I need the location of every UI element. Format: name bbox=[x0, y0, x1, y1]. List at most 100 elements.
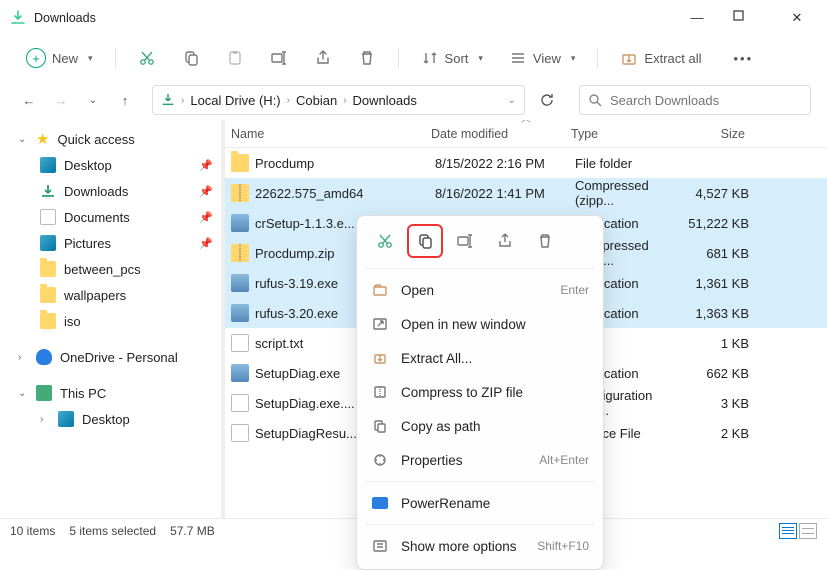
maximize-button[interactable] bbox=[733, 10, 761, 26]
col-name[interactable]: Name bbox=[231, 127, 431, 141]
extract-icon bbox=[371, 349, 389, 367]
sidebar-onedrive[interactable]: ›OneDrive - Personal bbox=[4, 344, 221, 370]
breadcrumb-seg[interactable]: Downloads bbox=[353, 93, 417, 108]
cell-size: 4,527 KB bbox=[685, 186, 765, 201]
close-button[interactable]: ✕ bbox=[783, 10, 811, 26]
sidebar-desktop[interactable]: Desktop📌 bbox=[4, 152, 221, 178]
paste-icon bbox=[226, 49, 244, 67]
chevron-down-icon: ⌄ bbox=[18, 388, 28, 399]
file-icon bbox=[231, 394, 249, 412]
status-size: 57.7 MB bbox=[170, 524, 215, 538]
chevron-right-icon: › bbox=[18, 352, 28, 363]
status-items: 10 items bbox=[10, 524, 55, 538]
file-row[interactable]: Procdump8/15/2022 2:16 PMFile folder bbox=[225, 148, 827, 178]
share-icon bbox=[314, 49, 332, 67]
breadcrumb[interactable]: › Local Drive (H:) › Cobian › Downloads … bbox=[152, 85, 525, 115]
forward-button[interactable]: → bbox=[48, 87, 74, 113]
sidebar-folder[interactable]: iso bbox=[4, 308, 221, 334]
title-bar: Downloads ― ✕ bbox=[0, 0, 827, 36]
ctx-cut-button[interactable] bbox=[367, 224, 403, 258]
nav-row: ← → ⌄ ↑ › Local Drive (H:) › Cobian › Do… bbox=[0, 80, 827, 120]
minimize-button[interactable]: ― bbox=[683, 10, 711, 26]
window-icon bbox=[371, 315, 389, 333]
pin-icon: 📌 bbox=[199, 159, 213, 172]
ctx-delete-button[interactable] bbox=[527, 224, 563, 258]
app-icon bbox=[231, 274, 249, 292]
downloads-icon bbox=[10, 10, 26, 26]
col-size[interactable]: Size bbox=[681, 127, 761, 141]
downloads-icon bbox=[40, 183, 56, 199]
context-menu: OpenEnter Open in new window Extract All… bbox=[356, 215, 604, 570]
cell-size: 3 KB bbox=[685, 396, 765, 411]
cell-size: 681 KB bbox=[685, 246, 765, 261]
more-button[interactable]: ••• bbox=[723, 45, 763, 72]
col-type[interactable]: Type bbox=[571, 127, 681, 141]
sidebar-tp-desktop[interactable]: ›Desktop bbox=[4, 406, 221, 432]
sidebar-folder[interactable]: wallpapers bbox=[4, 282, 221, 308]
sidebar-pictures[interactable]: Pictures📌 bbox=[4, 230, 221, 256]
ctx-rename-button[interactable] bbox=[447, 224, 483, 258]
paste-button[interactable] bbox=[216, 43, 254, 73]
cell-name: 22622.575_amd64 bbox=[255, 186, 435, 201]
pin-icon: 📌 bbox=[199, 237, 213, 250]
cell-size: 2 KB bbox=[685, 426, 765, 441]
new-button[interactable]: + New bbox=[16, 42, 103, 74]
cut-button[interactable] bbox=[128, 43, 166, 73]
up-button[interactable]: ↑ bbox=[112, 87, 138, 113]
delete-button[interactable] bbox=[348, 43, 386, 73]
breadcrumb-seg[interactable]: Cobian bbox=[296, 93, 337, 108]
ctx-copy-path[interactable]: Copy as path bbox=[363, 409, 597, 443]
sidebar-folder[interactable]: between_pcs bbox=[4, 256, 221, 282]
desktop-icon bbox=[58, 411, 74, 427]
column-grip-icon[interactable]: ︿ bbox=[521, 120, 531, 125]
recent-dropdown[interactable]: ⌄ bbox=[80, 87, 106, 113]
ctx-open-new-window[interactable]: Open in new window bbox=[363, 307, 597, 341]
rename-icon bbox=[270, 49, 288, 67]
copy-button[interactable] bbox=[172, 43, 210, 73]
powerrename-icon bbox=[371, 494, 389, 512]
copy-icon bbox=[182, 49, 200, 67]
view-button[interactable]: View bbox=[499, 43, 585, 73]
search-box[interactable] bbox=[579, 85, 811, 115]
open-icon bbox=[371, 281, 389, 299]
search-input[interactable] bbox=[610, 93, 802, 108]
plus-icon: + bbox=[26, 48, 46, 68]
cell-size: 1,363 KB bbox=[685, 306, 765, 321]
rename-button[interactable] bbox=[260, 43, 298, 73]
col-date[interactable]: Date modified bbox=[431, 127, 571, 141]
thumbnails-view-button[interactable] bbox=[799, 523, 817, 539]
star-icon: ★ bbox=[36, 132, 49, 147]
extract-icon bbox=[620, 49, 638, 67]
ctx-compress[interactable]: Compress to ZIP file bbox=[363, 375, 597, 409]
folder-icon bbox=[40, 313, 56, 329]
sidebar-thispc[interactable]: ⌄This PC bbox=[4, 380, 221, 406]
ctx-open[interactable]: OpenEnter bbox=[363, 273, 597, 307]
cell-size: 662 KB bbox=[685, 366, 765, 381]
share-button[interactable] bbox=[304, 43, 342, 73]
onedrive-icon bbox=[36, 349, 52, 365]
cell-size: 1,361 KB bbox=[685, 276, 765, 291]
ctx-show-more[interactable]: Show more optionsShift+F10 bbox=[363, 529, 597, 563]
breadcrumb-root[interactable]: Local Drive (H:) bbox=[190, 93, 280, 108]
refresh-button[interactable] bbox=[539, 92, 565, 108]
ctx-share-button[interactable] bbox=[487, 224, 523, 258]
extract-all-button[interactable]: Extract all bbox=[610, 43, 711, 73]
sort-button[interactable]: Sort bbox=[411, 43, 493, 73]
chevron-down-icon: ⌄ bbox=[18, 134, 28, 145]
sidebar-downloads[interactable]: Downloads📌 bbox=[4, 178, 221, 204]
app-icon bbox=[231, 214, 249, 232]
ctx-copy-button[interactable] bbox=[407, 224, 443, 258]
desktop-icon bbox=[40, 157, 56, 173]
ctx-powerrename[interactable]: PowerRename bbox=[363, 486, 597, 520]
chevron-down-icon[interactable]: ⌄ bbox=[508, 95, 516, 106]
more-icon bbox=[371, 537, 389, 555]
ctx-extract-all[interactable]: Extract All... bbox=[363, 341, 597, 375]
back-button[interactable]: ← bbox=[16, 87, 42, 113]
sidebar-documents[interactable]: Documents📌 bbox=[4, 204, 221, 230]
ctx-properties[interactable]: PropertiesAlt+Enter bbox=[363, 443, 597, 477]
file-row[interactable]: 22622.575_amd648/16/2022 1:41 PMCompress… bbox=[225, 178, 827, 208]
path-icon bbox=[371, 417, 389, 435]
details-view-button[interactable] bbox=[779, 523, 797, 539]
sidebar-quick-access[interactable]: ⌄ ★ Quick access bbox=[4, 126, 221, 152]
zip-icon bbox=[231, 184, 249, 202]
